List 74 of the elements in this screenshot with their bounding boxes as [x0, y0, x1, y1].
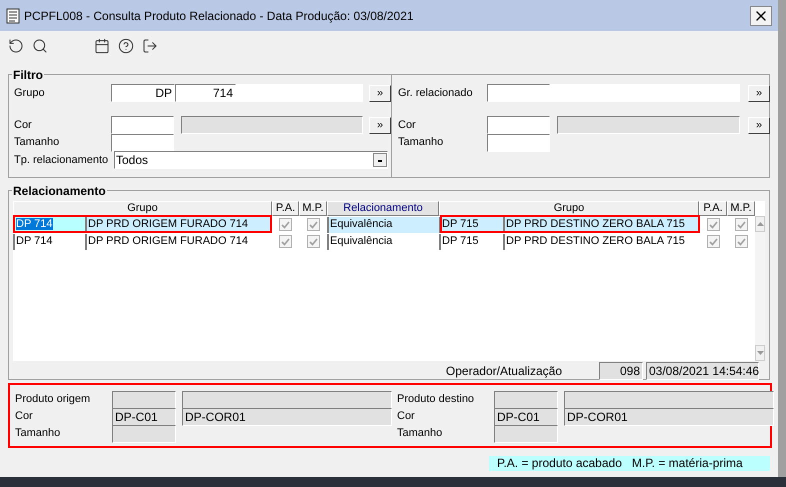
checkbox[interactable] [706, 235, 720, 248]
down-arrow-icon [756, 351, 764, 355]
column-header: Grupo [439, 201, 699, 216]
checkbox[interactable] [278, 235, 292, 248]
input-field[interactable]: DP-COR01 [564, 408, 774, 426]
close-button[interactable] [750, 6, 772, 26]
document-icon [6, 8, 20, 24]
column-header: P.A. [699, 201, 727, 216]
lookup-button[interactable]: » [748, 116, 770, 134]
operator-label: Operador/Atualização [446, 362, 562, 380]
field-label: Gr. relacionado [398, 86, 474, 101]
relation-type-dropdown[interactable]: Todos [114, 151, 388, 169]
field-label: Cor [397, 409, 416, 424]
checkbox[interactable] [278, 218, 292, 231]
input-field[interactable] [112, 424, 176, 442]
input-field[interactable] [112, 390, 176, 408]
checkbox[interactable] [306, 235, 320, 248]
field-label: Produto origem [15, 392, 92, 408]
input-field[interactable]: DP-COR01 [182, 408, 392, 426]
lookup-button[interactable]: » [369, 116, 391, 134]
up-arrow-icon [756, 222, 764, 226]
input-field[interactable]: 714 [175, 84, 236, 102]
input-field[interactable] [181, 116, 363, 134]
column-header: Relacionamento [327, 201, 439, 216]
vertical-scrollbar[interactable] [755, 216, 765, 361]
table-cell: Equivalência [327, 216, 439, 232]
field-label: Tamanho [397, 426, 444, 442]
window-title: PCPFL008 - Consulta Produto Relacionado - Data Produção: 03/08/2021 [24, 8, 415, 24]
lookup-button[interactable]: » [369, 84, 391, 102]
input-field[interactable] [182, 390, 392, 408]
group-name-field[interactable] [236, 84, 363, 102]
input-field[interactable]: 03/08/2021 14:54:46 [646, 362, 759, 380]
column-header: M.P. [299, 201, 327, 216]
field-label: Grupo [14, 86, 46, 101]
undo-icon[interactable] [8, 38, 24, 54]
checkbox[interactable] [734, 235, 748, 248]
field-label: Cor [14, 118, 33, 133]
checkbox[interactable] [706, 218, 720, 231]
scroll-up-button[interactable] [755, 216, 765, 232]
input-field[interactable]: 098 [599, 362, 643, 380]
field-label: Cor [398, 118, 417, 133]
column-header: M.P. [727, 201, 755, 216]
input-field[interactable] [494, 390, 558, 408]
column-header: P.A. [272, 201, 299, 216]
input-field[interactable] [487, 116, 550, 134]
help-icon[interactable] [118, 38, 134, 54]
field-label: Produto destino [397, 392, 476, 408]
input-field[interactable]: DP [111, 84, 175, 102]
search-icon[interactable] [32, 38, 48, 54]
input-field[interactable] [111, 116, 174, 134]
legend-text: P.A. = produto acabado M.P. = matéria-prima [489, 456, 770, 471]
checkbox[interactable] [306, 218, 320, 231]
input-field[interactable]: DP-C01 [112, 408, 176, 426]
calendar-icon[interactable] [94, 38, 110, 54]
field-label: Tamanho [15, 426, 62, 442]
input-field[interactable] [111, 134, 174, 152]
column-header: Grupo [13, 201, 272, 216]
scroll-down-button[interactable] [755, 345, 765, 361]
field-label: Tamanho [14, 135, 60, 150]
exit-icon[interactable] [142, 38, 158, 54]
group-name-field[interactable] [550, 84, 740, 102]
field-label: Tamanho [398, 135, 444, 150]
input-field[interactable] [494, 424, 558, 442]
input-field[interactable]: DP-C01 [494, 408, 558, 426]
field-label: Tp. relacionamento [14, 152, 110, 168]
table-row[interactable]: DP 714 DP PRD ORIGEM FURADO 714 Equivalência DP 715 DP PRD DESTINO ZERO BALA 715 [13, 233, 755, 250]
input-field[interactable] [487, 134, 550, 152]
input-field[interactable] [564, 390, 774, 408]
input-field[interactable] [557, 116, 740, 134]
lookup-button[interactable]: » [748, 84, 770, 102]
checkbox[interactable] [734, 218, 748, 231]
table-row[interactable]: DP 714 DP PRD ORIGEM FURADO 714 Equivalência DP 715 DP PRD DESTINO ZERO BALA 715 [13, 216, 755, 233]
input-field[interactable] [487, 84, 550, 102]
field-label: Cor [15, 409, 34, 424]
